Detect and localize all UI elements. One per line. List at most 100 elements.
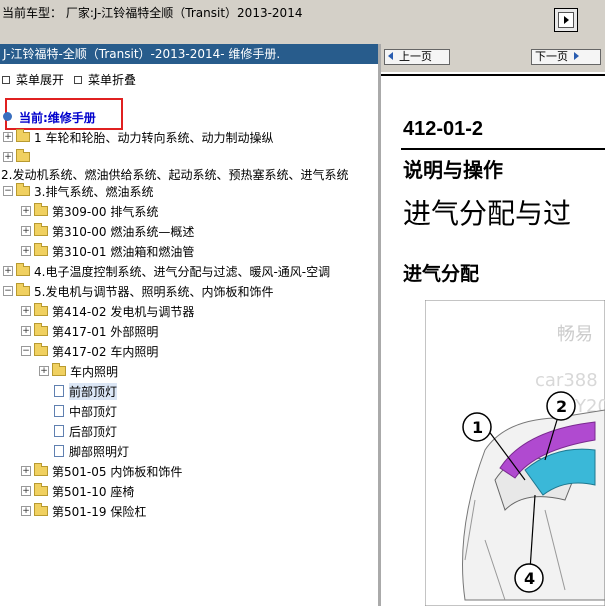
intake-diagram: 畅易 car388 Y20 1 2 4: [425, 300, 605, 606]
tree-item[interactable]: + 第501-05 内饰板和饰件: [21, 462, 182, 480]
document-pane: 上一页 下一页 412-01-2 说明与操作 进气分配与过 进气分配 畅易 ca…: [381, 44, 605, 606]
tree-item[interactable]: + 第310-01 燃油箱和燃油管: [21, 242, 194, 260]
tree-item-label: 脚部照明灯: [69, 444, 130, 459]
tree-item[interactable]: 后部顶灯: [54, 422, 117, 440]
expand-toggle-icon[interactable]: +: [21, 246, 31, 256]
callout-number: 1: [472, 418, 483, 437]
tree-item-label: 后部顶灯: [69, 424, 118, 439]
watermark-text: 畅易: [557, 324, 593, 345]
document-icon: [54, 425, 64, 437]
tree-item[interactable]: +4.电子温度控制系统、进气分配与过滤、暖风-通风-空调: [3, 262, 330, 280]
tree-item-label: 前部顶灯: [69, 382, 118, 400]
arrow-right-icon: [574, 52, 579, 60]
expand-menu-label: 菜单展开: [16, 73, 65, 87]
callout-number: 4: [524, 569, 535, 588]
collapse-toggle-icon[interactable]: −: [21, 346, 31, 356]
expand-toggle-icon[interactable]: +: [21, 466, 31, 476]
top-bar: 当前车型： 厂家:J-江铃福特全顺（Transit）2013-2014: [0, 0, 605, 44]
tree-item-label: 中部顶灯: [69, 404, 118, 419]
tree-item-selected[interactable]: 前部顶灯: [54, 382, 118, 400]
expand-toggle-icon[interactable]: +: [39, 366, 49, 376]
tree-item-label: 4.电子温度控制系统、进气分配与过滤、暖风-通风-空调: [34, 264, 331, 279]
tree-item[interactable]: + 第417-01 外部照明: [21, 322, 158, 340]
callout-number: 2: [556, 397, 567, 416]
manual-header: J-江铃福特-全顺（Transit）-2013-2014- 维修手册.: [0, 44, 378, 64]
tree-item-label: 第310-00 燃油系统—概述: [52, 224, 195, 239]
tree-item[interactable]: 脚部照明灯: [54, 442, 129, 460]
tree-item-label: 车内照明: [70, 364, 119, 379]
tree-item[interactable]: +: [3, 148, 34, 166]
tree-item[interactable]: − 5.发电机与调节器、照明系统、内饰板和饰件: [3, 282, 273, 300]
expand-toggle-icon[interactable]: +: [3, 152, 13, 162]
folder-open-icon: [16, 283, 30, 296]
tree-item-label: 第417-01 外部照明: [52, 324, 159, 339]
tree-item-label: 第417-02 车内照明: [52, 344, 159, 359]
folder-icon: [16, 149, 30, 162]
prev-page-button[interactable]: 上一页: [384, 49, 450, 65]
tree-item-label: 第309-00 排气系统: [52, 204, 159, 219]
tree-item-label: 第501-19 保险杠: [52, 504, 147, 519]
square-icon: [2, 75, 10, 84]
tree-item-label: 第501-10 座椅: [52, 484, 135, 499]
tree-item[interactable]: + 第309-00 排气系统: [21, 202, 158, 220]
divider: [381, 74, 605, 76]
folder-icon: [16, 263, 30, 276]
folder-icon: [52, 363, 66, 376]
folder-icon: [34, 483, 48, 496]
tree-item[interactable]: 2.发动机系统、燃油供给系统、起动系统、预热塞系统、进气系统: [1, 165, 348, 183]
tree-item[interactable]: − 3.排气系统、燃油系统: [3, 182, 153, 200]
expand-toggle-icon[interactable]: +: [21, 486, 31, 496]
arrow-left-icon: [388, 52, 393, 60]
collapse-menu-button[interactable]: 菜单折叠: [74, 71, 136, 88]
tree-item[interactable]: + 车内照明: [39, 362, 118, 380]
tree-item[interactable]: + 第414-02 发电机与调节器: [21, 302, 194, 320]
expand-toggle-icon[interactable]: +: [21, 506, 31, 516]
location-icon: [3, 112, 12, 121]
tree-item[interactable]: +1 车轮和轮胎、动力转向系统、动力制动操纵: [3, 128, 273, 146]
tree-item-label: 5.发电机与调节器、照明系统、内饰板和饰件: [34, 284, 274, 299]
next-page-label: 下一页: [535, 50, 568, 63]
expand-menu-button[interactable]: 菜单展开: [2, 71, 64, 88]
expand-toggle-icon[interactable]: +: [21, 306, 31, 316]
tree-item[interactable]: 中部顶灯: [54, 402, 117, 420]
folder-open-icon: [34, 343, 48, 356]
navigate-button[interactable]: [554, 8, 578, 32]
expand-toggle-icon[interactable]: +: [3, 132, 13, 142]
expand-toggle-icon[interactable]: +: [21, 326, 31, 336]
square-icon: [74, 75, 82, 84]
expand-toggle-icon[interactable]: +: [21, 226, 31, 236]
current-location-label[interactable]: 当前:维修手册: [19, 109, 96, 126]
folder-icon: [34, 503, 48, 516]
next-page-button[interactable]: 下一页: [531, 49, 601, 65]
folder-icon: [34, 243, 48, 256]
tree-item-label: 第310-01 燃油箱和燃油管: [52, 244, 195, 259]
expand-toggle-icon[interactable]: +: [21, 206, 31, 216]
collapse-toggle-icon[interactable]: −: [3, 186, 13, 196]
folder-icon: [34, 463, 48, 476]
document-title: 进气分配与过: [403, 197, 572, 230]
folder-icon: [16, 129, 30, 142]
collapse-menu-label: 菜单折叠: [88, 73, 137, 87]
document-section: 说明与操作: [403, 158, 503, 182]
divider: [401, 148, 605, 150]
menu-pane: J-江铃福特-全顺（Transit）-2013-2014- 维修手册. 菜单展开…: [0, 44, 378, 606]
tree-item[interactable]: − 第417-02 车内照明: [21, 342, 158, 360]
document-code: 412-01-2: [403, 118, 484, 140]
tree-item-label: 2.发动机系统、燃油供给系统、起动系统、预热塞系统、进气系统: [1, 167, 349, 182]
folder-icon: [34, 323, 48, 336]
watermark-text: car388: [535, 370, 598, 391]
tree-item[interactable]: + 第501-19 保险杠: [21, 502, 146, 520]
collapse-toggle-icon[interactable]: −: [3, 286, 13, 296]
pager-bar: 上一页 下一页: [381, 44, 605, 72]
folder-icon: [34, 223, 48, 236]
folder-icon: [34, 303, 48, 316]
tree-item[interactable]: + 第310-00 燃油系统—概述: [21, 222, 194, 240]
folder-open-icon: [16, 183, 30, 196]
tree-item[interactable]: + 第501-10 座椅: [21, 482, 134, 500]
document-icon: [54, 385, 64, 397]
tree-item-label: 1 车轮和轮胎、动力转向系统、动力制动操纵: [34, 130, 274, 145]
document-icon: [54, 445, 64, 457]
tree-item-label: 第501-05 内饰板和饰件: [52, 464, 183, 479]
expand-toggle-icon[interactable]: +: [3, 266, 13, 276]
play-icon: [558, 12, 574, 28]
